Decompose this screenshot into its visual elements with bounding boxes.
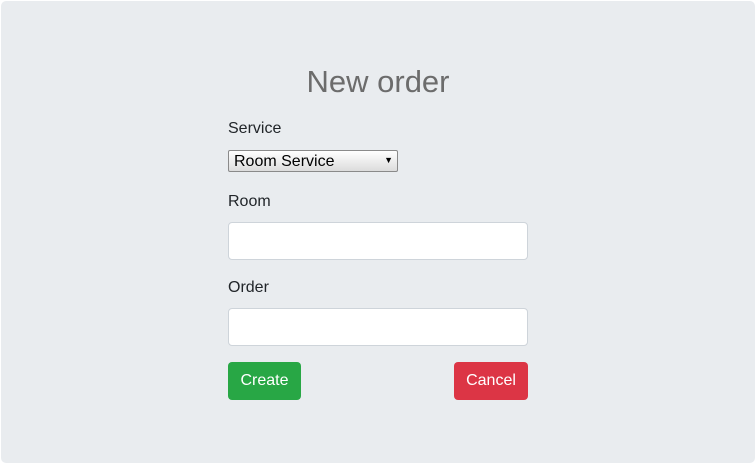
room-input[interactable] bbox=[228, 222, 528, 260]
create-button[interactable]: Create bbox=[228, 362, 301, 400]
service-label: Service bbox=[228, 120, 282, 137]
page-title: New order bbox=[306, 64, 450, 99]
cancel-button[interactable]: Cancel bbox=[454, 362, 528, 400]
dropdown-arrow-icon: ▼ bbox=[384, 155, 393, 165]
service-selected-value: Room Service bbox=[234, 153, 335, 170]
order-label: Order bbox=[228, 279, 269, 296]
order-input[interactable] bbox=[228, 308, 528, 346]
service-select[interactable]: Room Service ▼ bbox=[228, 150, 398, 172]
room-label: Room bbox=[228, 193, 271, 210]
